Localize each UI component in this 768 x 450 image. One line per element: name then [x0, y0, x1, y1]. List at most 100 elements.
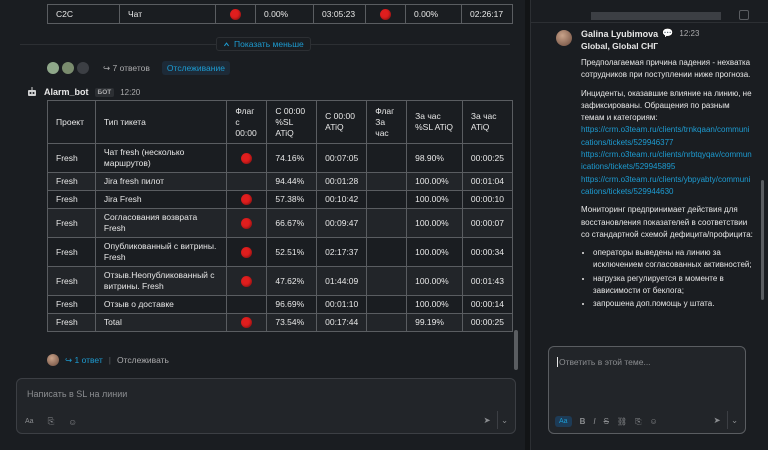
italic-icon[interactable]: I	[593, 417, 595, 426]
cell-type: Jira Fresh	[94, 190, 228, 209]
cell-type: Чат	[120, 5, 216, 23]
cell-flag2	[366, 295, 408, 314]
cell-sl1: 66.67%	[266, 208, 318, 238]
send-icon[interactable]: ➤	[477, 411, 497, 429]
show-less-button[interactable]: Показать меньше	[216, 37, 311, 51]
ticket-link[interactable]: https://crm.o3team.ru/clients/trnkqaan/c…	[581, 124, 753, 149]
scrollbar[interactable]	[512, 0, 520, 372]
chevron-down-icon[interactable]: ⌄	[727, 411, 741, 429]
cell-project: Fresh	[47, 237, 96, 267]
paragraph: Мониторинг предпринимает действия для во…	[581, 205, 753, 239]
thread-panel: Galina Lyubimova 💬 12:23 Global, Global …	[530, 0, 768, 450]
reply-placeholder[interactable]: Ответить в этой теме...	[559, 357, 651, 367]
follow-button[interactable]: Отслеживание	[161, 61, 230, 75]
author-row: Galina Lyubimova 💬 12:23	[581, 28, 699, 39]
cell-atiq2: 00:00:25	[461, 313, 514, 332]
red-flag-icon	[230, 8, 241, 20]
table-row: Fresh Total 73.54% 00:17:44 99.19% 00:00:25	[47, 313, 514, 332]
cell-sl1: 94.44%	[266, 172, 318, 191]
cell-type: Отзыв о доставке	[94, 295, 228, 314]
cell-atiq1: 00:01:28	[316, 172, 368, 191]
emoji-icon[interactable]: ☺	[649, 417, 657, 426]
message-composer[interactable]: Написать в SL на линии Aa ⎘ ☺ ➤ ⌄	[16, 378, 516, 434]
robot-icon	[28, 87, 36, 96]
cell-atiq2: 00:00:25	[461, 143, 514, 173]
chat-bubble-icon: 💬	[662, 28, 674, 38]
cell-atiq2: 02:26:17	[470, 9, 504, 19]
strikethrough-icon[interactable]: S	[604, 417, 609, 426]
thread-summary[interactable]: ↪ 7 ответов Отслеживание	[47, 60, 230, 76]
text-cursor	[557, 357, 558, 367]
cell-sl2: 100.00%	[406, 237, 463, 267]
cell-atiq2: 00:00:34	[461, 237, 514, 267]
cell-project: Fresh	[47, 295, 96, 314]
cell-type: Чат fresh (несколько маршрутов)	[94, 143, 228, 173]
message-time[interactable]: 12:23	[679, 29, 699, 38]
cell-sl1: 52.51%	[266, 237, 318, 267]
cell-atiq2: 00:01:43	[461, 266, 514, 296]
composer-toolbar: Aa ⎘ ☺	[25, 416, 77, 427]
cell-flag1	[226, 295, 268, 314]
list-item: операторы выведены на линию за исключени…	[593, 247, 753, 272]
send-icon[interactable]: ➤	[707, 411, 727, 429]
table-row: Fresh Jira Fresh 57.38% 00:10:42 100.00% 00:0…	[47, 190, 514, 209]
thread-replies-count[interactable]: ↪ 7 ответов	[103, 63, 150, 74]
follow-button[interactable]: Отслеживать	[117, 355, 169, 365]
close-icon[interactable]	[739, 10, 749, 20]
red-flag-icon	[241, 246, 253, 258]
cell-atiq1: 00:07:05	[316, 143, 368, 173]
cell-type: Total	[94, 313, 228, 332]
cell-project: Fresh	[47, 190, 96, 209]
thread-replies-count[interactable]: ↪ 1 ответ	[65, 355, 103, 366]
send-group: ➤ ⌄	[477, 411, 511, 429]
message-time[interactable]: 12:20	[120, 88, 140, 97]
format-icon[interactable]: Aa	[25, 418, 34, 425]
cell-type: Опубликованный с витрины. Fresh	[94, 237, 228, 267]
format-icon[interactable]: Aa	[555, 416, 572, 427]
attach-icon[interactable]: ⎘	[635, 417, 641, 427]
col-type: Тип тикета	[94, 100, 228, 144]
cell-type: Jira fresh пилот	[94, 172, 228, 191]
list-item: нагрузка регулируется в моменте в зависи…	[593, 273, 753, 298]
scrollbar-thumb[interactable]	[514, 330, 518, 370]
bot-badge: БОТ	[94, 87, 115, 97]
cell-atiq2: 00:01:04	[461, 172, 514, 191]
bot-name[interactable]: Alarm_bot	[44, 87, 89, 97]
bold-icon[interactable]: B	[580, 417, 586, 426]
send-group: ➤ ⌄	[707, 411, 741, 429]
chevron-up-icon	[223, 41, 230, 46]
message-header: Alarm_bot БОТ 12:20	[26, 85, 140, 99]
table-header-row: Проект Тип тикета Флаг с 00:00 С 00:00 %…	[47, 100, 514, 144]
emoji-icon[interactable]: ☺	[68, 417, 77, 427]
avatar	[62, 62, 74, 74]
reply-composer[interactable]: Ответить в этой теме... Aa B I S ⛓ ⎘ ☺ ➤…	[548, 346, 746, 434]
attach-icon[interactable]: ⎘	[48, 416, 55, 427]
scrollbar[interactable]	[761, 180, 764, 300]
cell-sl2: 100.00%	[406, 266, 463, 296]
message-body: Предполагаемая причина падения - нехватк…	[581, 57, 753, 312]
cell-atiq1: 00:09:47	[316, 208, 368, 238]
bullet-list: операторы выведены на линию за исключени…	[593, 247, 753, 310]
ticket-link[interactable]: https://crm.o3team.ru/clients/ybpyabty/c…	[581, 174, 753, 199]
avatar[interactable]	[556, 30, 572, 46]
chevron-down-icon[interactable]: ⌄	[497, 411, 511, 429]
thread-summary-2[interactable]: ↪ 1 ответ | Отслеживать	[47, 353, 169, 367]
cell-atiq2: 00:00:07	[461, 208, 514, 238]
col-sl1: С 00:00 %SL ATiQ	[266, 100, 318, 144]
cell-atiq1: 00:17:44	[316, 313, 368, 332]
col-flag1: Флаг с 00:00	[226, 100, 268, 144]
composer-placeholder[interactable]: Написать в SL на линии	[27, 389, 127, 399]
paragraph: Предполагаемая причина падения - нехватк…	[581, 58, 751, 80]
link-icon[interactable]: ⛓	[617, 417, 627, 426]
ticket-link[interactable]: https://crm.o3team.ru/clients/nrbtqyqav/…	[581, 149, 753, 174]
cell-flag2	[366, 5, 406, 23]
cell-atiq2: 00:00:14	[461, 295, 514, 314]
cell-sl2: 100.00%	[406, 172, 463, 191]
cell-flag	[216, 5, 256, 23]
author-name[interactable]: Galina Lyubimova	[581, 29, 658, 39]
cell-flag1	[226, 208, 268, 238]
col-flag2: Флаг За час	[366, 100, 408, 144]
cell-sl2: 100.00%	[406, 190, 463, 209]
cell-sl2: 100.00%	[406, 295, 463, 314]
cell-flag2	[366, 190, 408, 209]
